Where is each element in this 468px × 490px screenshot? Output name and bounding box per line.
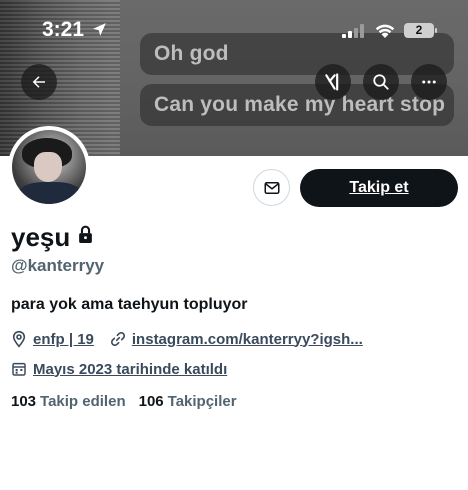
grok-button[interactable]: [315, 64, 351, 100]
profile-meta-row: enfp | 19 instagram.com/kanterryy?igsh..…: [11, 328, 363, 350]
back-button[interactable]: [21, 64, 57, 100]
location-text: enfp | 19: [33, 330, 94, 348]
mail-icon: [264, 181, 279, 194]
user-handle: @kanterryy: [11, 256, 105, 275]
avatar[interactable]: [8, 126, 90, 208]
avatar-body: [18, 182, 82, 204]
avatar-face: [34, 152, 62, 182]
avatar-image: [12, 130, 86, 204]
banner-caption-2: Can you make my heart stop: [140, 84, 454, 126]
battery-nub: [435, 28, 437, 33]
status-bar: 3:21 2: [0, 0, 468, 60]
message-button[interactable]: [253, 169, 290, 206]
location-arrow-icon: [93, 23, 106, 36]
wifi-icon: [375, 24, 395, 38]
joined-row: Mayıs 2023 tarihinde katıldı: [11, 358, 227, 380]
grok-icon: [325, 73, 339, 91]
followers-label[interactable]: Takipçiler: [168, 393, 237, 410]
search-button[interactable]: [363, 64, 399, 100]
location-pin-icon: [11, 330, 27, 348]
lock-icon: [79, 225, 92, 243]
follow-counts: 103 Takip edilen 106 Takipçiler: [11, 393, 250, 410]
link-icon: [110, 331, 126, 347]
bio: para yok ama taehyun topluyor: [11, 296, 248, 313]
follow-button[interactable]: Takip et: [300, 169, 458, 207]
display-name: yeşu: [11, 222, 71, 252]
following-label[interactable]: Takip edilen: [40, 393, 126, 410]
website-link[interactable]: instagram.com/kanterryy?igsh...: [132, 331, 363, 348]
status-time: 3:21: [42, 18, 85, 41]
search-icon: [373, 74, 389, 90]
followers-count[interactable]: 106: [139, 393, 164, 410]
cellular-signal-icon: [342, 24, 364, 38]
joined-date: Mayıs 2023 tarihinde katıldı: [33, 360, 228, 378]
more-button[interactable]: [411, 64, 447, 100]
more-icon: [422, 80, 436, 84]
back-arrow-icon: [32, 76, 45, 88]
battery-indicator: 2: [404, 23, 434, 38]
calendar-icon: [11, 361, 27, 377]
following-count[interactable]: 103: [11, 393, 36, 410]
